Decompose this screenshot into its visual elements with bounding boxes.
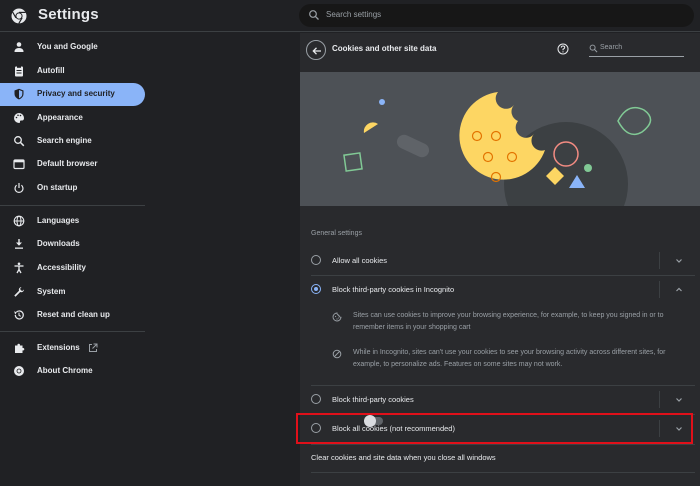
shield-icon <box>14 88 24 100</box>
settings-window: Settings Search settings You and Google … <box>0 0 700 486</box>
detail-text: While in Incognito, sites can't use your… <box>353 349 666 368</box>
download-icon <box>15 239 23 249</box>
back-button[interactable] <box>306 40 326 60</box>
sidebar-item-about-chrome[interactable]: About Chrome <box>0 360 145 383</box>
sidebar-item-label: Privacy and security <box>37 89 115 98</box>
sidebar-item-search-engine[interactable]: Search engine <box>0 130 145 153</box>
sidebar-item-downloads[interactable]: Downloads <box>0 233 145 256</box>
sidebar-item-you-and-google[interactable]: You and Google <box>0 36 145 59</box>
search-icon <box>14 136 25 147</box>
section-heading: General settings <box>311 230 362 237</box>
search-icon <box>589 44 598 53</box>
sidebar: You and Google Autofill Privacy and secu… <box>0 33 300 486</box>
sidebar-item-accessibility[interactable]: Accessibility <box>0 257 145 280</box>
sidebar-item-default-browser[interactable]: Default browser <box>0 153 145 176</box>
sidebar-item-autofill[interactable]: Autofill <box>0 60 145 83</box>
app-title: Settings <box>38 6 99 23</box>
help-icon[interactable] <box>557 43 569 55</box>
chevron-down-icon[interactable] <box>674 256 684 266</box>
separator <box>659 391 660 408</box>
detail-text: Sites can use cookies to improve your br… <box>353 312 664 331</box>
sidebar-item-privacy-and-security[interactable]: Privacy and security <box>0 83 145 106</box>
accessibility-icon <box>14 262 24 274</box>
sidebar-item-label: Autofill <box>37 66 65 75</box>
detail-incognito-info: While in Incognito, sites can't use your… <box>332 347 692 375</box>
option-label: Allow all cookies <box>332 256 388 265</box>
option-block-third-party-incognito[interactable]: Block third-party cookies in Incognito <box>300 275 700 304</box>
option-label: Block third-party cookies <box>332 395 414 404</box>
chevron-up-icon[interactable] <box>674 285 684 295</box>
chrome-logo-icon <box>11 8 27 24</box>
chrome-icon <box>14 366 24 376</box>
highlight-box <box>296 413 693 444</box>
green-loop-shape <box>617 106 652 136</box>
sidebar-item-label: Appearance <box>37 113 83 122</box>
restore-icon <box>14 310 24 320</box>
detail-cookies-info: Sites can use cookies to improve your br… <box>332 310 692 338</box>
puzzle-icon <box>15 343 25 353</box>
clipboard-icon <box>15 65 23 77</box>
search-placeholder: Search <box>600 44 623 51</box>
panel-search-input[interactable]: Search <box>589 41 684 57</box>
block-icon <box>332 349 342 359</box>
sidebar-item-label: Accessibility <box>37 263 86 272</box>
sidebar-item-label: Reset and clean up <box>37 310 110 319</box>
separator <box>659 252 660 269</box>
sidebar-item-label: Downloads <box>37 239 80 248</box>
sidebar-item-label: System <box>37 287 66 296</box>
clear-on-exit-row[interactable]: Clear cookies and site data when you clo… <box>300 443 700 472</box>
illustration-art <box>343 92 652 206</box>
power-icon <box>14 183 24 193</box>
search-placeholder: Search settings <box>326 10 382 19</box>
option-block-third-party-cookies[interactable]: Block third-party cookies <box>300 385 700 414</box>
separator <box>659 281 660 298</box>
arrow-left-icon <box>312 47 321 55</box>
panel-header: Cookies and other site data Search <box>300 33 700 71</box>
palette-icon <box>14 113 24 123</box>
sidebar-item-system[interactable]: System <box>0 281 145 304</box>
radio-button[interactable] <box>311 394 321 404</box>
sidebar-item-label: On startup <box>37 183 78 192</box>
sidebar-item-label: Languages <box>37 216 80 225</box>
cookie-icon <box>332 312 342 322</box>
sidebar-item-label: Search engine <box>37 136 92 145</box>
person-icon <box>14 42 24 52</box>
radio-button-selected[interactable] <box>311 284 321 294</box>
chevron-down-icon[interactable] <box>674 395 684 405</box>
settings-search-input[interactable]: Search settings <box>299 4 694 27</box>
sidebar-item-label: Default browser <box>37 159 98 168</box>
sidebar-item-label: About Chrome <box>37 366 93 375</box>
globe-icon <box>13 215 25 227</box>
sidebar-divider <box>0 331 145 332</box>
sidebar-item-label: You and Google <box>37 42 98 51</box>
row-divider <box>311 472 695 473</box>
radio-button[interactable] <box>311 255 321 265</box>
cookies-illustration <box>300 72 700 206</box>
search-icon <box>309 10 319 20</box>
sidebar-item-reset-and-clean-up[interactable]: Reset and clean up <box>0 304 145 327</box>
sidebar-item-label: Extensions <box>37 343 80 352</box>
browser-window-icon <box>13 159 25 170</box>
sidebar-item-extensions[interactable]: Extensions <box>0 337 145 360</box>
option-allow-all-cookies[interactable]: Allow all cookies <box>300 246 700 275</box>
sidebar-item-languages[interactable]: Languages <box>0 210 145 233</box>
clear-on-exit-label: Clear cookies and site data when you clo… <box>311 453 496 462</box>
page-title: Cookies and other site data <box>332 44 437 53</box>
sidebar-item-on-startup[interactable]: On startup <box>0 177 145 200</box>
sidebar-item-appearance[interactable]: Appearance <box>0 107 145 130</box>
option-label: Block third-party cookies in Incognito <box>332 285 455 294</box>
top-bar: Settings Search settings <box>0 0 700 32</box>
external-link-icon <box>89 343 98 352</box>
sidebar-divider <box>0 205 145 206</box>
wrench-icon <box>14 287 24 297</box>
